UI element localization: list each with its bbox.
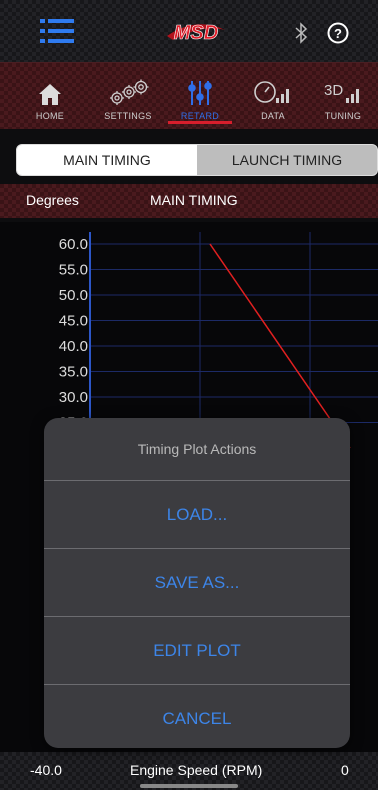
timing-plot-action-sheet: Timing Plot Actions LOAD... SAVE AS... E… — [44, 418, 350, 748]
tab-label: SETTINGS — [104, 111, 152, 121]
y-tick-label: 45.0 — [59, 313, 88, 330]
x-axis-max: 0 — [341, 762, 349, 778]
gears-icon — [105, 77, 151, 107]
tab-retard[interactable]: RETARD — [168, 63, 232, 129]
x-axis-title: Engine Speed (RPM) — [130, 762, 263, 778]
load-button[interactable]: LOAD... — [44, 481, 350, 549]
tab-label: RETARD — [180, 111, 220, 121]
logo-text: MSD — [174, 22, 218, 44]
svg-text:3D: 3D — [324, 82, 343, 99]
bluetooth-icon[interactable] — [293, 22, 309, 44]
tab-data[interactable]: DATA — [240, 63, 306, 129]
cancel-button[interactable]: CANCEL — [44, 685, 350, 748]
tab-home[interactable]: HOME — [20, 63, 80, 129]
y-tick-label: 40.0 — [59, 338, 88, 355]
svg-text:?: ? — [334, 26, 342, 41]
top-bar: MSD ? — [0, 0, 378, 62]
tab-tuning[interactable]: 3D TUNING — [312, 63, 374, 129]
menu-icon[interactable] — [40, 16, 74, 46]
tab-bar: HOME SETTINGS RETARD DATA 3D TUNING — [0, 62, 378, 129]
home-indicator — [140, 784, 238, 788]
timing-segmented-control: MAIN TIMING LAUNCH TIMING — [16, 144, 378, 176]
gauge-icon — [253, 77, 293, 107]
sliders-icon — [187, 77, 213, 107]
action-sheet-title: Timing Plot Actions — [44, 418, 350, 481]
y-axis-units: Degrees — [26, 192, 79, 208]
tab-label: TUNING — [324, 111, 362, 121]
y-tick-label: 55.0 — [59, 262, 88, 279]
help-icon[interactable]: ? — [327, 22, 349, 44]
tab-label: HOME — [35, 111, 65, 121]
tab-label: DATA — [261, 111, 285, 121]
tab-settings[interactable]: SETTINGS — [94, 63, 162, 129]
msd-logo: MSD — [163, 12, 229, 50]
plot-heading: Degrees MAIN TIMING — [0, 184, 378, 218]
active-tab-indicator — [168, 121, 232, 124]
save-as-button[interactable]: SAVE AS... — [44, 549, 350, 617]
edit-plot-button[interactable]: EDIT PLOT — [44, 617, 350, 685]
segment-launch-timing[interactable]: LAUNCH TIMING — [197, 145, 377, 175]
y-tick-label: 30.0 — [59, 389, 88, 406]
x-axis-row: -40.0 Engine Speed (RPM) 0 — [0, 752, 378, 790]
segment-main-timing[interactable]: MAIN TIMING — [17, 145, 197, 175]
y-tick-label: 60.0 — [59, 236, 88, 253]
plot-title: MAIN TIMING — [150, 192, 238, 208]
y-tick-label: 35.0 — [59, 364, 88, 381]
home-icon — [37, 77, 63, 107]
3d-tuning-icon: 3D — [323, 77, 363, 107]
x-axis-min: -40.0 — [30, 762, 62, 778]
y-tick-label: 50.0 — [59, 287, 88, 304]
